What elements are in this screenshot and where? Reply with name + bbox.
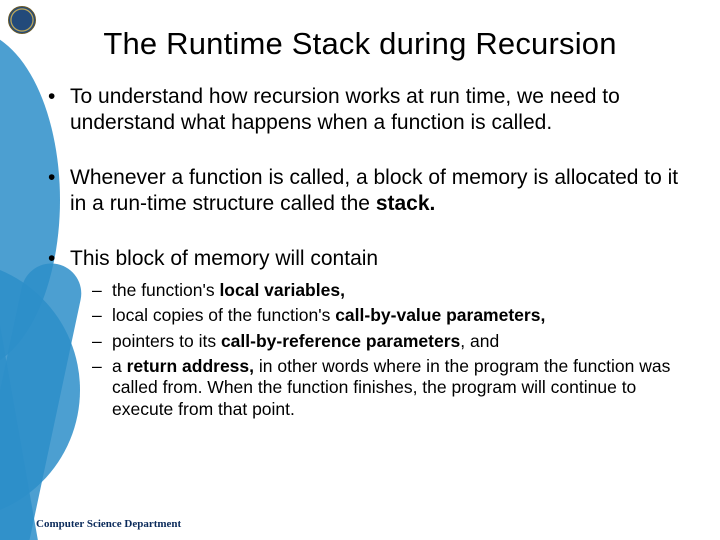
footer-text: Computer Science Department: [36, 518, 181, 530]
sub-bullet-item: local copies of the function's call-by-v…: [90, 305, 684, 326]
sub-bullet-item: pointers to its call-by-reference parame…: [90, 331, 684, 352]
bold-text: call-by-reference parameters: [221, 331, 460, 351]
sub-bullet-list: the function's local variables, local co…: [70, 280, 684, 420]
bullet-item: Whenever a function is called, a block o…: [44, 165, 684, 216]
bold-text: call-by-value parameters,: [335, 305, 545, 325]
slide-body: The Runtime Stack during Recursion To un…: [0, 0, 720, 540]
bold-text: return address,: [127, 356, 254, 376]
bullet-text: To understand how recursion works at run…: [70, 85, 620, 134]
bullet-item: This block of memory will contain the fu…: [44, 246, 684, 420]
bold-text: local variables,: [219, 280, 345, 300]
bold-text: stack.: [376, 192, 436, 215]
sub-bullet-text: the function's: [112, 280, 219, 300]
sub-bullet-item: a return address, in other words where i…: [90, 356, 684, 420]
bullet-list: To understand how recursion works at run…: [36, 84, 684, 420]
sub-bullet-text: pointers to its: [112, 331, 221, 351]
bullet-text: This block of memory will contain: [70, 247, 378, 270]
bullet-item: To understand how recursion works at run…: [44, 84, 684, 135]
sub-bullet-text: a: [112, 356, 127, 376]
logo-icon: [8, 6, 36, 34]
slide-title: The Runtime Stack during Recursion: [36, 26, 684, 62]
sub-bullet-text: local copies of the function's: [112, 305, 335, 325]
sub-bullet-item: the function's local variables,: [90, 280, 684, 301]
bullet-text: Whenever a function is called, a block o…: [70, 166, 678, 215]
sub-bullet-text: , and: [460, 331, 499, 351]
